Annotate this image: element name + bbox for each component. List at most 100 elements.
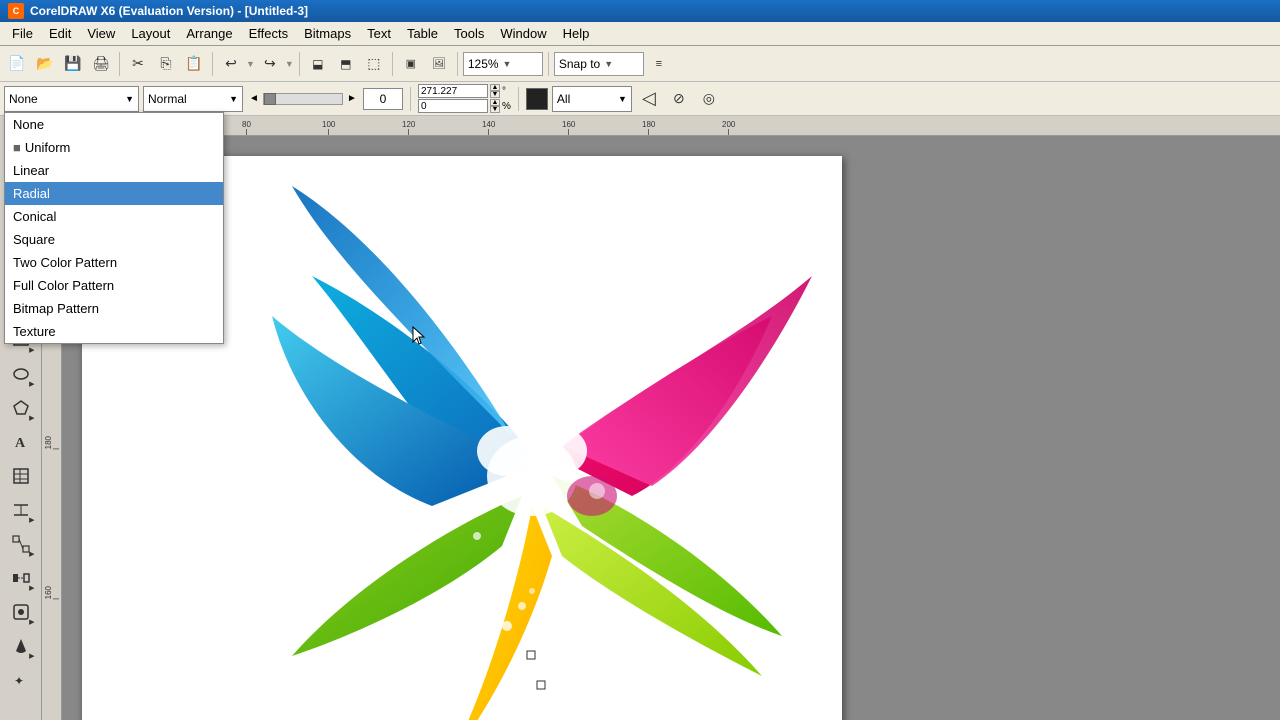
menu-view[interactable]: View: [79, 24, 123, 43]
coord-x-up[interactable]: ▲: [490, 84, 500, 91]
menu-effects[interactable]: Effects: [241, 24, 297, 43]
full-color-label: Full Color Pattern: [13, 278, 114, 293]
menu-tools[interactable]: Tools: [446, 24, 492, 43]
swatch-black[interactable]: [526, 88, 548, 110]
connector-tool[interactable]: ▶: [5, 528, 37, 560]
menu-edit[interactable]: Edit: [41, 24, 79, 43]
menu-file[interactable]: File: [4, 24, 41, 43]
separator-6: [548, 52, 549, 76]
svg-text:A: A: [15, 436, 26, 451]
ruler-h-120: 120: [402, 120, 415, 135]
polygon-tool[interactable]: ▶: [5, 392, 37, 424]
paste-button[interactable]: 📋: [181, 51, 207, 77]
flower-illustration[interactable]: [212, 136, 852, 720]
coord-y-up[interactable]: ▲: [490, 99, 500, 106]
fill-option-conical[interactable]: Conical: [5, 205, 223, 228]
table-tool[interactable]: [5, 460, 37, 492]
menu-table[interactable]: Table: [399, 24, 446, 43]
slider-value-input[interactable]: 0: [363, 88, 403, 110]
fill-option-uniform[interactable]: ■ Uniform: [5, 136, 223, 159]
highlight-4: [473, 532, 481, 540]
separator-1: [119, 52, 120, 76]
print-button[interactable]: 🖨: [88, 51, 114, 77]
separator-4: [392, 52, 393, 76]
snap-dropdown[interactable]: Snap to ▼: [554, 52, 644, 76]
copy-button[interactable]: ⎘: [153, 51, 179, 77]
blend-mode-value: Normal: [148, 92, 187, 106]
zoom-dropdown[interactable]: 125% ▼: [463, 52, 543, 76]
fill-tool[interactable]: ▶: [5, 630, 37, 662]
next-button[interactable]: ⊘: [666, 86, 692, 112]
prev-button[interactable]: ◁: [636, 86, 662, 112]
blend-tool[interactable]: ▶: [5, 562, 37, 594]
import-button[interactable]: ⬓: [305, 51, 331, 77]
coord-y-input[interactable]: [418, 99, 488, 113]
petal-white-2: [527, 426, 587, 476]
svg-text:✦: ✦: [14, 674, 24, 688]
publish-button[interactable]: ⬚: [361, 51, 387, 77]
separator-2: [212, 52, 213, 76]
export-button[interactable]: ⬒: [333, 51, 359, 77]
slider-thumb[interactable]: [264, 93, 276, 105]
bitmap-button[interactable]: 🖼: [426, 51, 452, 77]
coord-y-down[interactable]: ▼: [490, 106, 500, 113]
save-button[interactable]: 💾: [60, 51, 86, 77]
fill-option-radial[interactable]: Radial: [5, 182, 223, 205]
canvas-area: 40 60 80 100 120 140: [42, 116, 1280, 720]
fill-option-texture[interactable]: Texture: [5, 320, 223, 343]
ellipse-tool[interactable]: ▶: [5, 358, 37, 390]
slider-left-arrow[interactable]: ◄: [247, 92, 261, 106]
menu-text[interactable]: Text: [359, 24, 399, 43]
prop-separator-1: [410, 87, 411, 111]
title-bar: C CorelDRAW X6 (Evaluation Version) - [U…: [0, 0, 1280, 22]
all-arrow: ▼: [618, 94, 627, 104]
fill-option-none[interactable]: None: [5, 113, 223, 136]
zoom-arrow: ▼: [503, 59, 512, 69]
blend-mode-dropdown[interactable]: Normal ▼: [143, 86, 243, 112]
menu-window[interactable]: Window: [492, 24, 554, 43]
two-color-label: Two Color Pattern: [13, 255, 117, 270]
pink-highlight: [589, 483, 605, 499]
fill-option-bitmap[interactable]: Bitmap Pattern: [5, 297, 223, 320]
fill-option-full-color[interactable]: Full Color Pattern: [5, 274, 223, 297]
menu-bar: File Edit View Layout Arrange Effects Bi…: [0, 22, 1280, 46]
coord-x-row: ▲ ▼ °: [418, 84, 511, 99]
ruler-h-100: 100: [322, 120, 335, 135]
fill-option-square[interactable]: Square: [5, 228, 223, 251]
blend-mode-arrow: ▼: [229, 94, 238, 104]
menu-layout[interactable]: Layout: [123, 24, 178, 43]
cut-button[interactable]: ✂: [125, 51, 151, 77]
coord-x-down[interactable]: ▼: [490, 91, 500, 98]
fill-option-linear[interactable]: Linear: [5, 159, 223, 182]
conical-label: Conical: [13, 209, 56, 224]
coord-x-input[interactable]: [418, 84, 488, 98]
menu-help[interactable]: Help: [555, 24, 598, 43]
all-dropdown[interactable]: All ▼: [552, 86, 632, 112]
options-button[interactable]: ≡: [646, 51, 672, 77]
horizontal-ruler: 40 60 80 100 120 140: [62, 116, 1280, 136]
menu-bitmaps[interactable]: Bitmaps: [296, 24, 359, 43]
open-button[interactable]: 📂: [32, 51, 58, 77]
ruler-h-180: 180: [642, 120, 655, 135]
slider-container: ◄ ►: [247, 92, 359, 106]
interactive-tool[interactable]: ✦: [5, 664, 37, 696]
undo-button[interactable]: ↩: [218, 51, 244, 77]
separator-3: [299, 52, 300, 76]
toolbar: 📄 📂 💾 🖨 ✂ ⎘ 📋 ↩ ▼ ↪ ▼ ⬓ ⬒ ⬚ ▣ 🖼 125% ▼ S…: [0, 46, 1280, 82]
slider-track[interactable]: [263, 93, 343, 105]
fill-type-container: None ▼ None ■ Uniform Linear Radial Coni…: [4, 86, 139, 112]
selection-handle-2: [537, 681, 545, 689]
slider-right-arrow[interactable]: ►: [345, 92, 359, 106]
edit-button[interactable]: ◎: [696, 86, 722, 112]
coord-y-row: ▲ ▼ %: [418, 99, 511, 114]
redo-button[interactable]: ↪: [257, 51, 283, 77]
new-button[interactable]: 📄: [4, 51, 30, 77]
ruler-v-160: 160: [44, 586, 59, 599]
fill-option-two-color[interactable]: Two Color Pattern: [5, 251, 223, 274]
parallel-measure-tool[interactable]: ▶: [5, 494, 37, 526]
fill-type-dropdown[interactable]: None ▼: [4, 86, 139, 112]
text-tool[interactable]: A: [5, 426, 37, 458]
fill-color-button[interactable]: ▣: [398, 51, 424, 77]
eyedropper-tool[interactable]: ▶: [5, 596, 37, 628]
menu-arrange[interactable]: Arrange: [178, 24, 240, 43]
